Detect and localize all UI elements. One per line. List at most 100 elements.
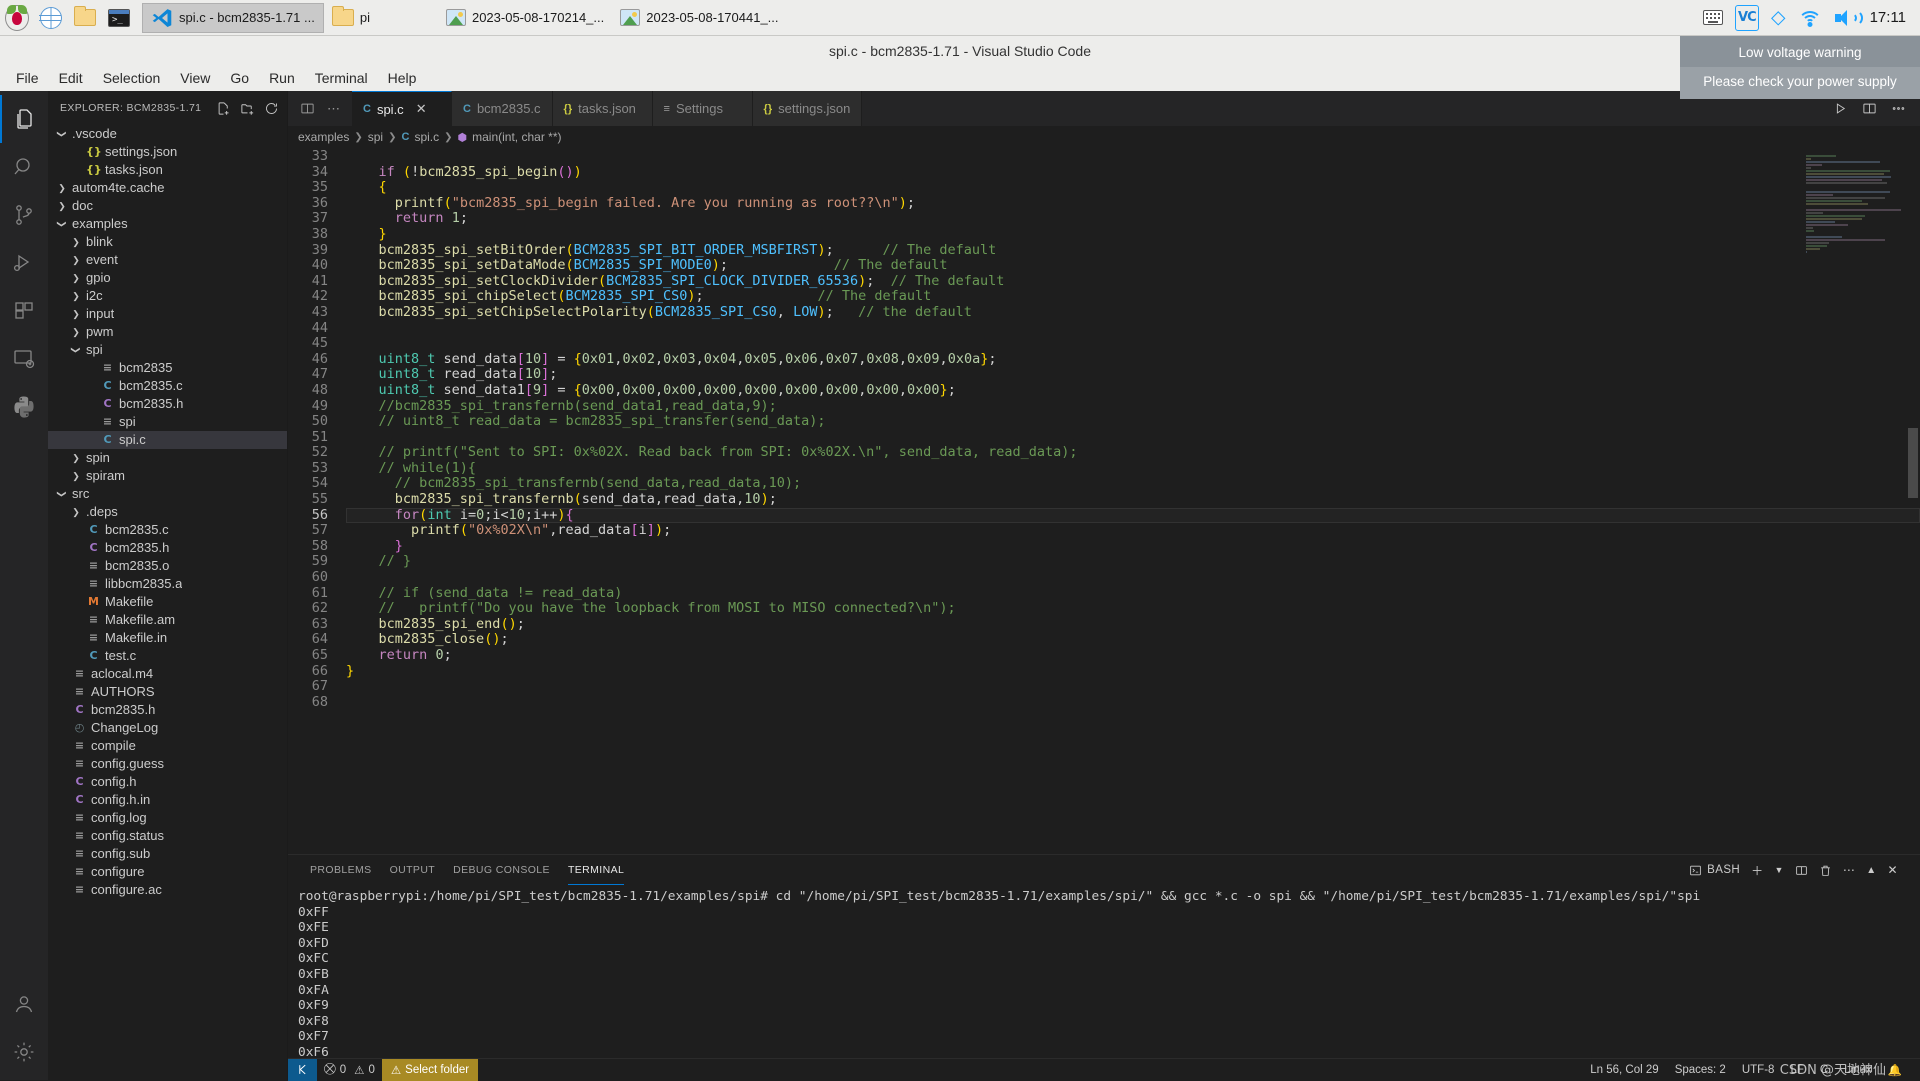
tree-file[interactable]: Cbcm2835.h (48, 395, 287, 413)
more-editor-actions-icon[interactable] (1891, 101, 1906, 116)
tree-folder[interactable]: ❯doc (48, 197, 287, 215)
terminal-output[interactable]: root@raspberrypi:/home/pi/SPI_test/bcm28… (288, 885, 1920, 1058)
raspberry-menu-icon[interactable] (0, 2, 34, 34)
editor-scrollbar[interactable] (1908, 428, 1918, 498)
close-tab-icon[interactable]: ✕ (416, 101, 427, 117)
code-line[interactable] (346, 336, 1920, 352)
chevron-down-icon[interactable]: ▼ (1775, 865, 1784, 875)
code-line[interactable]: bcm2835_spi_setClockDivider(BCM2835_SPI_… (346, 274, 1920, 290)
tree-file[interactable]: ≡Makefile.am (48, 611, 287, 629)
language-mode[interactable]: C (1812, 1059, 1836, 1081)
tree-folder[interactable]: ❯autom4te.cache (48, 179, 287, 197)
file-tree[interactable]: ❯.vscode{}settings.json{}tasks.json❯auto… (48, 125, 287, 1080)
close-panel-icon[interactable]: ✕ (1888, 863, 1898, 877)
code-line[interactable]: return 0; (346, 648, 1920, 664)
platform[interactable]: Linux (1836, 1059, 1880, 1081)
tree-file[interactable]: ≡Makefile.in (48, 629, 287, 647)
code-line[interactable]: bcm2835_spi_setDataMode(BCM2835_SPI_MODE… (346, 258, 1920, 274)
select-folder-button[interactable]: ⚠ Select folder (382, 1059, 478, 1081)
code-content[interactable]: if (!bcm2835_spi_begin()) { printf("bcm2… (346, 148, 1920, 854)
taskbar-clock[interactable]: 17:11 (1870, 9, 1906, 26)
code-line[interactable] (346, 679, 1920, 695)
add-terminal-icon[interactable]: ＋ (1751, 862, 1763, 879)
tree-file[interactable]: ≡configure (48, 863, 287, 881)
editor-tab-spi-c[interactable]: Cspi.c✕ (352, 91, 452, 126)
encoding[interactable]: UTF-8 (1734, 1059, 1783, 1081)
code-line[interactable]: // uint8_t read_data = bcm2835_spi_trans… (346, 414, 1920, 430)
end-of-line[interactable]: LF (1782, 1059, 1811, 1081)
minimap[interactable] (1806, 152, 1906, 347)
menu-go[interactable]: Go (220, 67, 259, 89)
tree-folder[interactable]: ❯gpio (48, 269, 287, 287)
menu-selection[interactable]: Selection (93, 67, 171, 89)
code-line[interactable]: bcm2835_spi_end(); (346, 617, 1920, 633)
activitybar-item-source-control[interactable] (0, 191, 48, 239)
tree-folder[interactable]: ❯input (48, 305, 287, 323)
tree-file[interactable]: ≡AUTHORS (48, 683, 287, 701)
tree-file[interactable]: ≡libbcm2835.a (48, 575, 287, 593)
indentation[interactable]: Spaces: 2 (1667, 1059, 1734, 1081)
taskbar-window-vscode[interactable]: spi.c - bcm2835-1.71 ... (142, 3, 324, 33)
breadcrumb-examples[interactable]: examples (298, 130, 349, 144)
activitybar-item-remote-explorer[interactable] (0, 335, 48, 383)
code-line[interactable] (346, 430, 1920, 446)
code-line[interactable]: // } (346, 554, 1920, 570)
taskbar-window-image-1[interactable]: 2023-05-08-170214_... (438, 3, 612, 33)
tree-folder[interactable]: ❯.deps (48, 503, 287, 521)
tree-file[interactable]: Ctest.c (48, 647, 287, 665)
tree-file[interactable]: ≡config.log (48, 809, 287, 827)
tree-file[interactable]: ≡configure.ac (48, 881, 287, 899)
activitybar-item-python[interactable] (0, 383, 48, 431)
code-line[interactable]: uint8_t send_data[10] = {0x01,0x02,0x03,… (346, 352, 1920, 368)
code-line[interactable]: } (346, 227, 1920, 243)
tree-folder[interactable]: ❯examples (48, 215, 287, 233)
more-actions-icon[interactable]: ⋯ (1843, 863, 1855, 877)
problems-indicator[interactable]: ⛒ 0 ⚠ 0 (317, 1059, 382, 1081)
code-line[interactable] (346, 570, 1920, 586)
new-folder-icon[interactable] (240, 101, 255, 116)
tree-file[interactable]: ≡config.guess (48, 755, 287, 773)
tree-file[interactable]: Cbcm2835.h (48, 539, 287, 557)
tree-file[interactable]: Cbcm2835.c (48, 377, 287, 395)
code-line[interactable]: { (346, 180, 1920, 196)
editor-tab-settings[interactable]: ≡Settings (653, 91, 753, 126)
editor-tab-settings-json[interactable]: {}settings.json (753, 91, 863, 126)
tree-file[interactable]: Cconfig.h.in (48, 791, 287, 809)
code-line[interactable]: uint8_t send_data1[9] = {0x00,0x00,0x00,… (346, 383, 1920, 399)
tree-folder[interactable]: ❯pwm (48, 323, 287, 341)
code-line[interactable]: for(int i=0;i<10;i++){ (346, 508, 1920, 524)
wifi-icon[interactable] (1798, 9, 1822, 27)
code-line[interactable]: } (346, 664, 1920, 680)
tree-folder[interactable]: ❯.vscode (48, 125, 287, 143)
tab-terminal[interactable]: TERMINAL (568, 855, 624, 885)
cursor-position[interactable]: Ln 56, Col 29 (1582, 1059, 1666, 1081)
code-line[interactable] (346, 695, 1920, 711)
breadcrumb-symbol[interactable]: main(int, char **) (472, 130, 561, 144)
code-line[interactable]: uint8_t read_data[10]; (346, 367, 1920, 383)
tree-file[interactable]: ≡bcm2835 (48, 359, 287, 377)
tree-folder[interactable]: ❯spi (48, 341, 287, 359)
code-line[interactable]: bcm2835_spi_transfernb(send_data,read_da… (346, 492, 1920, 508)
new-file-icon[interactable] (216, 101, 231, 116)
code-line[interactable]: // printf("Do you have the loopback from… (346, 601, 1920, 617)
code-line[interactable]: return 1; (346, 211, 1920, 227)
keyboard-icon[interactable] (1703, 10, 1723, 25)
editor-tab-tasks-json[interactable]: {}tasks.json (553, 91, 653, 126)
code-line[interactable]: printf("bcm2835_spi_begin failed. Are yo… (346, 196, 1920, 212)
web-browser-icon[interactable] (34, 2, 68, 34)
tree-file[interactable]: Cspi.c (48, 431, 287, 449)
code-line[interactable]: } (346, 539, 1920, 555)
tree-folder[interactable]: ❯spin (48, 449, 287, 467)
low-voltage-notification[interactable]: Low voltage warning Please check your po… (1680, 36, 1920, 99)
code-line[interactable]: printf("0x%02X\n",read_data[i]); (346, 523, 1920, 539)
activitybar-item-manage[interactable] (0, 1028, 48, 1076)
maximize-panel-icon[interactable]: ▲ (1866, 865, 1876, 876)
tree-file[interactable]: ≡aclocal.m4 (48, 665, 287, 683)
tree-file[interactable]: Cconfig.h (48, 773, 287, 791)
menu-help[interactable]: Help (378, 67, 427, 89)
breadcrumb[interactable]: examples ❯ spi ❯ C spi.c ❯ ⬢ main(int, c… (288, 126, 1920, 148)
code-line[interactable]: if (!bcm2835_spi_begin()) (346, 165, 1920, 181)
split-editor-icon[interactable] (300, 101, 315, 116)
terminal-icon[interactable]: >_ (102, 2, 136, 34)
code-line[interactable]: //bcm2835_spi_transfernb(send_data1,read… (346, 399, 1920, 415)
